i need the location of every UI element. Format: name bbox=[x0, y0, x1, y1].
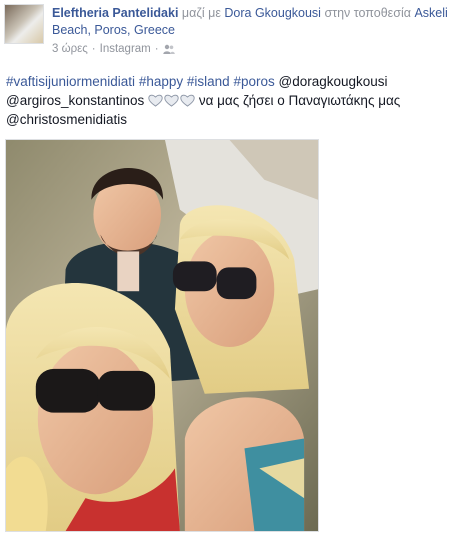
heart-icon bbox=[148, 94, 163, 107]
post-text: #vaftisijuniormenidiati #happy #island #… bbox=[6, 72, 468, 129]
post-source-link[interactable]: Instagram bbox=[100, 43, 151, 55]
post-time-link[interactable]: 3 ώρες bbox=[52, 43, 88, 55]
mention-link[interactable]: @argiros_konstantinos bbox=[6, 93, 144, 108]
facebook-post: Eleftheria Pantelidaki μαζί με Dora Gkou… bbox=[0, 0, 472, 535]
hearts-emoji-group bbox=[148, 94, 195, 107]
meta-separator: · bbox=[91, 43, 96, 55]
mention-link[interactable]: @christosmenidiatis bbox=[6, 112, 127, 127]
hashtag-link[interactable]: #happy bbox=[139, 74, 183, 89]
friends-icon[interactable] bbox=[162, 44, 175, 54]
tagged-person-link[interactable]: Dora Gkougkousi bbox=[224, 6, 321, 20]
heart-icon bbox=[164, 94, 179, 107]
with-label: μαζί με bbox=[181, 6, 221, 20]
post-photo[interactable] bbox=[5, 139, 319, 532]
post-header: Eleftheria Pantelidaki μαζί με Dora Gkou… bbox=[52, 5, 464, 39]
meta-separator-2: · bbox=[154, 43, 159, 55]
heart-icon bbox=[180, 94, 195, 107]
mention-link[interactable]: @doragkougkousi bbox=[278, 74, 387, 89]
author-name-link[interactable]: Eleftheria Pantelidaki bbox=[52, 6, 178, 20]
post-meta: 3 ώρες · Instagram · bbox=[52, 43, 175, 55]
author-avatar[interactable] bbox=[4, 4, 44, 44]
hashtag-link[interactable]: #poros bbox=[233, 74, 274, 89]
location-label: στην τοποθεσία bbox=[324, 6, 411, 20]
post-message-text: να μας ζήσει ο Παναγιωτάκης μας bbox=[198, 93, 401, 108]
hashtag-link[interactable]: #island bbox=[187, 74, 230, 89]
avatar-image bbox=[5, 5, 43, 43]
selfie-photo-illustration bbox=[6, 140, 318, 531]
hashtag-link[interactable]: #vaftisijuniormenidiati bbox=[6, 74, 135, 89]
